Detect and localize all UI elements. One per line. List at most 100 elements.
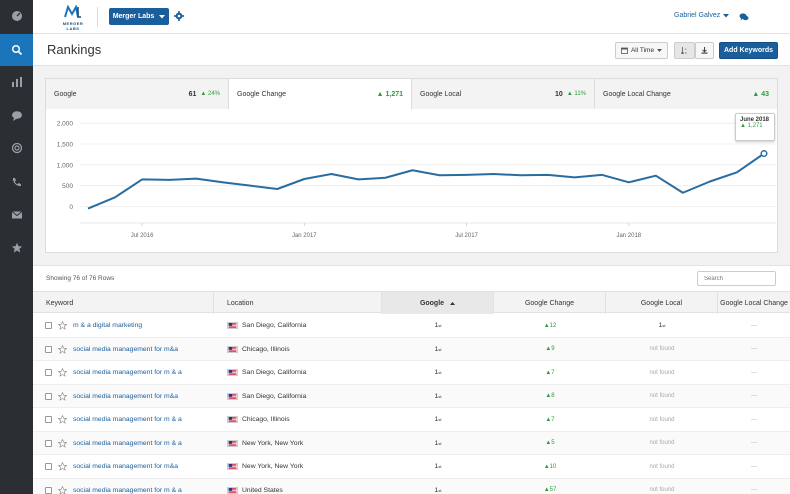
rankings-table-section: Showing 76 of 76 Rows Keyword Location G… [33,265,790,494]
table-row[interactable]: social media management for m&a San Diego… [33,384,790,409]
tab-google[interactable]: Google 61 ▲ 24% [46,79,229,109]
us-flag-icon [227,322,238,330]
download-button[interactable] [695,42,714,59]
top-bar: MERGER LABS Merger Labs Gabriel Galvez [33,0,790,34]
table-row[interactable]: social media management for m & a Chicago… [33,408,790,432]
row-checkbox[interactable] [45,439,52,447]
favorite-star-icon[interactable] [58,485,67,494]
chat-icon[interactable] [739,12,749,22]
favorite-star-icon[interactable] [58,321,67,331]
logo-text: MERGER LABS [62,21,84,31]
sort-numeric-icon: 19 [680,47,687,54]
org-switcher-button[interactable]: Merger Labs [109,8,169,25]
org-switcher-label: Merger Labs [112,13,155,20]
row-checkbox[interactable] [45,369,52,377]
column-location[interactable]: Location [214,292,382,314]
merger-labs-logo[interactable]: MERGER LABS [57,4,89,31]
google-rank-cell: 1st [382,408,494,432]
location-cell: San Diego, California [214,361,382,385]
google-rank-cell: 1st [382,338,494,362]
table-header: Keyword Location Google Google Change Go… [33,291,790,314]
keyword-link[interactable]: social media management for m & a [73,369,182,376]
row-checkbox[interactable] [45,416,52,424]
table-row[interactable]: social media management for m & a United … [33,478,790,494]
column-google-change[interactable]: Google Change [494,292,606,314]
search-icon[interactable] [0,34,33,66]
envelope-icon[interactable] [0,199,33,231]
keyword-link[interactable]: social media management for m & a [73,416,182,423]
table-row[interactable]: social media management for m & a New Yor… [33,431,790,456]
row-checkbox[interactable] [45,463,52,471]
tab-value: 61 [188,90,197,98]
tab-change: ▲ 24% [200,91,220,97]
tab-google-change[interactable]: Google Change ▲ 1,271 [229,79,412,110]
tab-label: Google Change [237,90,287,98]
bar-chart-icon[interactable] [0,66,33,98]
column-google-local[interactable]: Google Local [606,292,718,314]
row-checkbox[interactable] [45,345,52,353]
sort-toggle-button[interactable]: 19 [674,42,695,59]
column-keyword[interactable]: Keyword [33,292,214,314]
location-cell: New York, New York [214,432,382,456]
google-change-cell: ▲7 [494,361,606,385]
table-row[interactable]: social media management for m & a San Die… [33,361,790,385]
left-rail [0,0,33,494]
google-local-change-value: --- [751,322,757,329]
series-line [87,152,765,210]
google-local-change-cell: --- [718,385,790,409]
keyword-cell: social media management for m & a [33,479,214,494]
keyword-link[interactable]: m & a digital marketing [73,322,142,329]
google-rank-suffix: st [438,417,442,423]
us-flag-icon [227,486,238,494]
x-tick-label: Jan 2018 [616,233,641,239]
tab-value: 10 [555,90,563,98]
add-keywords-button[interactable]: Add Keywords [719,42,778,59]
row-checkbox[interactable] [45,392,52,400]
keyword-link[interactable]: social media management for m & a [73,487,182,494]
user-menu[interactable]: Gabriel Galvez [674,12,730,19]
google-local-change-value: --- [751,440,757,447]
google-change-value: ▲7 [545,416,555,423]
favorite-star-icon[interactable] [58,344,67,354]
table-search-input[interactable] [697,271,776,286]
keyword-link[interactable]: social media management for m&a [73,346,178,353]
favorite-star-icon[interactable] [58,391,67,401]
table-row[interactable]: m & a digital marketing San Diego, Califo… [33,314,790,338]
location-cell: San Diego, California [214,314,382,338]
keyword-cell: social media management for m & a [33,432,214,456]
row-checkbox[interactable] [45,322,52,330]
keyword-link[interactable]: social media management for m & a [73,440,182,447]
table-row[interactable]: social media management for m&a Chicago, … [33,337,790,362]
google-local-cell: not found [606,385,718,409]
us-flag-icon [227,416,238,424]
favorite-star-icon[interactable] [58,415,67,425]
favorite-star-icon[interactable] [58,368,67,378]
keyword-link[interactable]: social media management for m&a [73,463,178,470]
google-local-change-cell: --- [718,314,790,338]
tab-value-group: 10 ▲ 11% [555,91,586,98]
column-google-local-change[interactable]: Google Local Change [718,292,790,314]
date-range-dropdown[interactable]: All Time [615,42,668,59]
chart-panel: Google 61 ▲ 24% Google Change ▲ 1,271 Go… [45,78,778,253]
google-rank-cell: 1st [382,479,494,494]
google-local-change-value: --- [751,416,757,423]
google-local-cell: not found [606,432,718,456]
phone-icon[interactable] [0,166,33,198]
favorite-star-icon[interactable] [58,462,67,472]
location-text: Chicago, Illinois [242,416,290,424]
star-icon[interactable] [0,232,33,264]
google-local-suffix: st [662,323,666,329]
y-tick-label: 0 [69,204,73,211]
chat-bubble-icon[interactable] [0,100,33,132]
tab-google-local[interactable]: Google Local 10 ▲ 11% [412,79,595,109]
keyword-link[interactable]: social media management for m&a [73,393,178,400]
tab-google-local-change[interactable]: Google Local Change ▲ 43 [595,79,777,109]
target-icon[interactable] [0,132,33,164]
column-google[interactable]: Google [382,292,494,314]
row-checkbox[interactable] [45,486,52,494]
table-row[interactable]: social media management for m&a New York,… [33,455,790,479]
dashboard-icon[interactable] [0,0,33,32]
google-change-value: ▲12 [543,322,557,329]
gear-icon[interactable] [174,11,184,21]
favorite-star-icon[interactable] [58,438,67,448]
